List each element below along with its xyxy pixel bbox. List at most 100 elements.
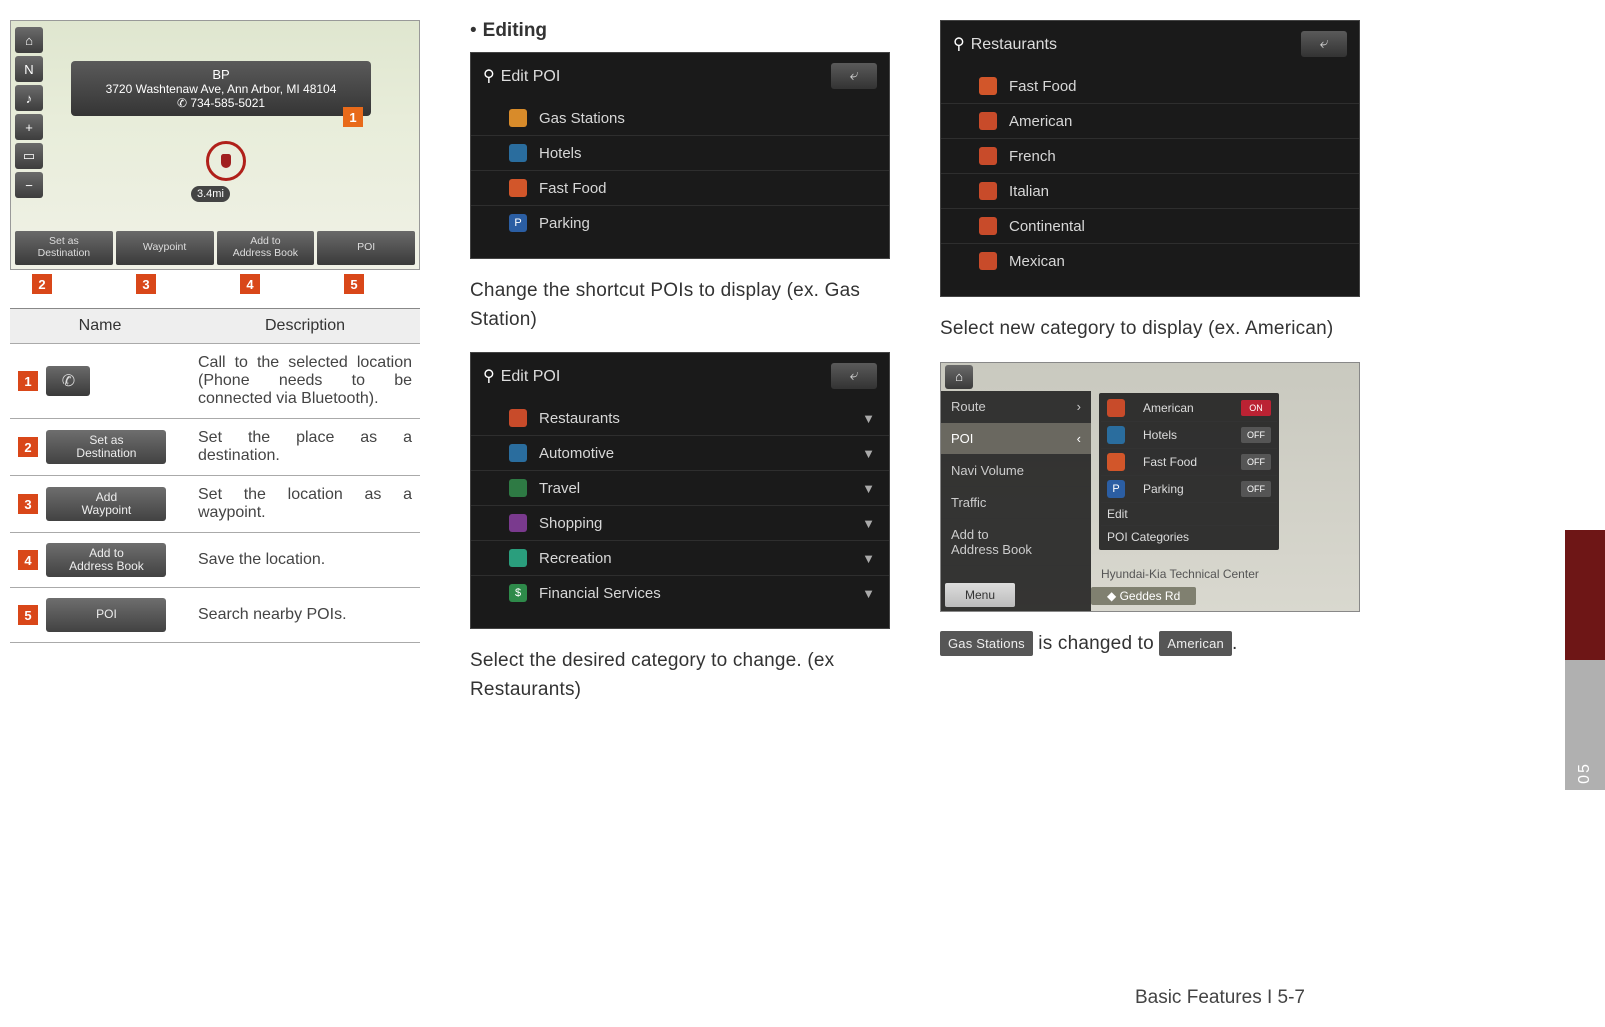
list-item: Shopping▼ [471,505,889,540]
callout-4: 4 [240,274,260,294]
list-item-label: Financial Services [539,585,661,602]
list-item: Restaurants ▼ [471,401,889,435]
caption-text: Select the desired category to change. (… [470,647,900,704]
list-item-label: Italian [1009,183,1049,200]
list-item-label: Travel [539,480,580,497]
list-item: Hotels [471,135,889,170]
name-description-table: Name Description 1 ✆ Call to the selecte… [10,308,420,643]
screenshot-title: ⚲Restaurants [953,34,1057,54]
edit-poi-screenshot-2: ⚲Edit POI ⤶ Restaurants▼Automotive▼Trave… [470,352,890,629]
category-icon: P [509,214,527,232]
plus-icon: + [15,114,43,140]
nav-left-item: Add to Address Book [941,519,1091,566]
road-label: ◆ Geddes Rd [1091,587,1196,605]
category-icon [509,409,527,427]
pin-icon: ⚲ [483,68,495,85]
row-num: 5 [18,605,38,625]
back-icon: ⤶ [831,63,877,89]
row-num: 1 [18,371,38,391]
chevron-icon: ‹ [1077,431,1081,446]
category-icon [979,252,997,270]
list-item-label: Gas Stations [539,110,625,127]
list-item: Recreation▼ [471,540,889,575]
list-item-label: Recreation [539,550,612,567]
list-item-label: Fast Food [1009,78,1077,95]
chapter-tab: 05 [1565,660,1605,790]
category-icon [509,144,527,162]
list-item-label: American [1009,113,1072,130]
nav-left-menu: Route›POI‹Navi VolumeTrafficAdd to Addre… [941,391,1091,611]
toggle-badge: OFF [1241,427,1271,443]
add-waypoint-chip: Add Waypoint [46,487,166,521]
table-row: 2 Set as Destination Set the place as a … [10,419,420,476]
nav-left-item: POI‹ [941,423,1091,455]
screenshot-title: ⚲Edit POI [483,66,560,86]
chevron-down-icon: ▼ [862,586,875,601]
category-icon [509,514,527,532]
nav-left-item: Route› [941,391,1091,423]
th-description: Description [190,309,420,344]
popup-row: PParkingOFF [1101,476,1277,503]
category-icon [979,112,997,130]
map-side-buttons: ⌂ N ♪ + ▭ − [15,27,43,198]
row-num: 3 [18,494,38,514]
callout-row: 2 3 4 5 [32,274,430,294]
category-icon [979,217,997,235]
list-item-label: Hotels [539,145,582,162]
category-icon [1107,453,1125,471]
chevron-down-icon: ▼ [862,481,875,496]
menu-button: Menu [945,583,1015,607]
scale-icon: ▭ [15,143,43,169]
music-icon: ♪ [15,85,43,111]
map-center-label: Hyundai-Kia Technical Center [1101,567,1259,581]
list-item-label: Parking [539,215,590,232]
list-item: $Financial Services▼ [471,575,889,610]
row-desc: Set the place as a destination. [190,419,420,476]
category-icon [979,77,997,95]
chevron-down-icon: ▼ [862,446,875,461]
poi-chip: POI [46,598,166,632]
pin-icon: ⚲ [953,36,965,53]
table-row: 4 Add to Address Book Save the location. [10,533,420,588]
gas-stations-chip: Gas Stations [940,631,1033,657]
row-desc: Set the location as a waypoint. [190,476,420,533]
category-icon [509,479,527,497]
category-icon: P [1107,480,1125,498]
list-item-label: Restaurants [539,410,620,427]
table-row: 5 POI Search nearby POIs. [10,588,420,643]
toggle-badge: OFF [1241,454,1271,470]
callout-1: 1 [343,107,363,127]
set-destination-button: Set as Destination [15,231,113,265]
home-icon: ⌂ [945,365,973,389]
list-item: Travel ▼ [471,470,889,505]
screenshot-title: ⚲Edit POI [483,366,560,386]
popup-row: Edit [1101,503,1277,526]
list-item: Continental [941,208,1359,243]
category-icon [979,182,997,200]
list-item: Gas Stations [471,101,889,135]
poi-phone: ✆ 734-585-5021 [79,96,363,110]
north-icon: N [15,56,43,82]
table-row: 3 Add Waypoint Set the location as a way… [10,476,420,533]
row-desc: Search nearby POIs. [190,588,420,643]
category-icon [1107,399,1125,417]
add-address-book-chip: Add to Address Book [46,543,166,577]
list-item: Mexican [941,243,1359,278]
popup-row: Fast FoodOFF [1101,449,1277,476]
category-icon [509,549,527,567]
category-icon [509,109,527,127]
toggle-badge: OFF [1241,481,1271,497]
list-item-label: French [1009,148,1056,165]
toggle-badge: ON [1241,400,1271,416]
row-num: 4 [18,550,38,570]
back-icon: ⤶ [1301,31,1347,57]
editing-heading: •Editing [470,20,900,42]
nav-left-item: Navi Volume [941,455,1091,487]
set-destination-chip: Set as Destination [46,430,166,464]
poi-button: POI [317,231,415,265]
add-address-book-button: Add to Address Book [217,231,315,265]
chevron-down-icon: ▼ [862,411,875,426]
list-item: P Parking [471,205,889,240]
popup-row: HotelsOFF [1101,422,1277,449]
list-item: Fast Food [941,69,1359,103]
